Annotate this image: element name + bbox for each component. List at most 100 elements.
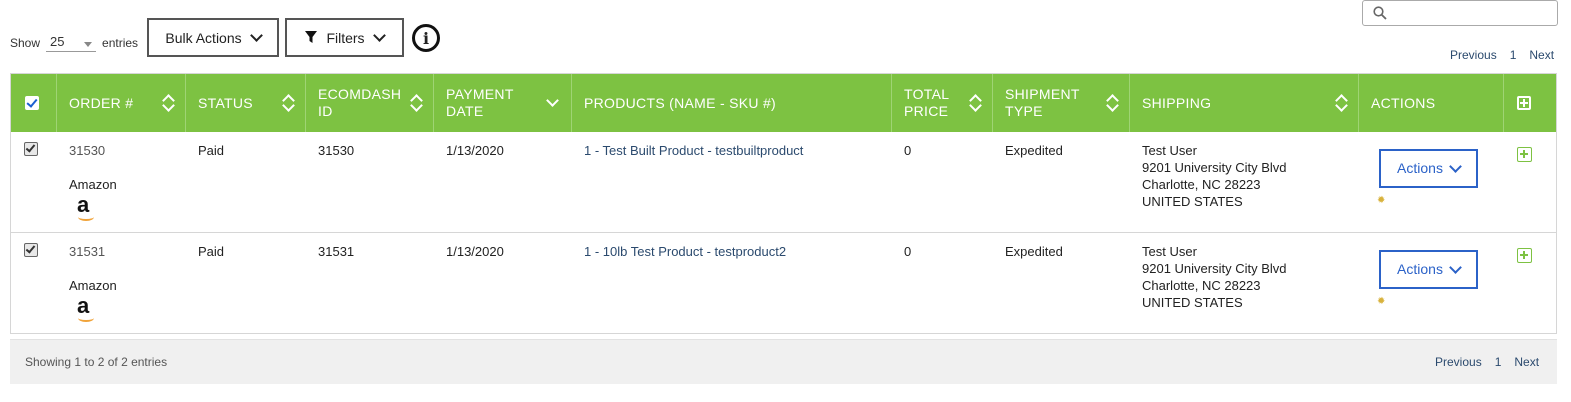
filters-button[interactable]: Filters — [285, 18, 404, 57]
header-ecomdash-id-label: ECOMDASH ID — [318, 86, 402, 119]
header-shipping[interactable]: SHIPPING — [1130, 74, 1359, 132]
sort-desc-icon — [546, 94, 559, 107]
length-menu: Show 25 entries — [10, 34, 138, 52]
pagination-page[interactable]: 1 — [1495, 355, 1502, 369]
chevron-down-icon — [249, 28, 263, 42]
length-menu-prefix: Show — [10, 36, 41, 50]
bulk-actions-label: Bulk Actions — [165, 29, 242, 46]
status-cell: Paid — [198, 244, 225, 259]
product-link[interactable]: 1 - 10lb Test Product - testproduct2 — [584, 244, 786, 259]
shipping-cell: Test User 9201 University City Blvd Char… — [1130, 233, 1359, 333]
header-actions: ACTIONS — [1359, 74, 1504, 132]
header-products-label: PRODUCTS (NAME - SKU #) — [584, 94, 777, 111]
sort-icon — [1107, 95, 1117, 111]
products-cell: 1 - Test Built Product - testbuiltproduc… — [572, 132, 892, 232]
select-caret-icon — [84, 42, 93, 47]
row-select-cell — [11, 132, 57, 232]
ship-name: Test User — [1142, 143, 1197, 158]
actions-cell: Actions ✹ — [1359, 233, 1504, 333]
header-status-label: STATUS — [198, 94, 253, 111]
shipment-type-cell: Expedited — [1005, 244, 1063, 259]
expand-row-icon[interactable] — [1517, 248, 1532, 263]
expand-cell — [1504, 132, 1556, 232]
row-select-cell — [11, 233, 57, 333]
sort-icon — [970, 95, 980, 111]
header-order-label: ORDER # — [69, 94, 134, 111]
chevron-down-icon — [372, 28, 386, 42]
header-products: PRODUCTS (NAME - SKU #) — [572, 74, 892, 132]
product-link[interactable]: 1 - Test Built Product - testbuiltproduc… — [584, 143, 803, 158]
search-icon — [1373, 6, 1387, 20]
expand-all-icon[interactable] — [1517, 96, 1531, 110]
pagination-previous[interactable]: Previous — [1435, 355, 1482, 369]
payment-date-cell: 1/13/2020 — [446, 143, 504, 158]
entries-per-page-select[interactable]: 25 — [46, 34, 97, 52]
actions-button[interactable]: Actions — [1379, 149, 1478, 188]
gear-icon[interactable]: ✹ — [1377, 192, 1504, 209]
orders-table: ORDER # STATUS ECOMDASH ID PAYMENT DATE … — [10, 73, 1557, 334]
channel-name: Amazon — [69, 177, 117, 192]
actions-button[interactable]: Actions — [1379, 250, 1478, 289]
select-all-checkbox[interactable] — [25, 96, 39, 110]
amazon-logo-icon: a — [77, 194, 99, 221]
header-total-price-label: TOTAL PRICE — [904, 86, 949, 119]
pagination-next[interactable]: Next — [1529, 48, 1554, 62]
entries-per-page-value: 25 — [50, 34, 65, 49]
sort-icon — [1336, 95, 1346, 111]
table-row: 31531 Amazon a Paid 31531 1/13/2020 1 - … — [11, 233, 1556, 333]
sort-icon — [411, 95, 421, 111]
status-cell: Paid — [198, 143, 225, 158]
header-status[interactable]: STATUS — [186, 74, 306, 132]
order-number[interactable]: 31531 — [69, 243, 186, 260]
ship-city: Charlotte, NC 28223 — [1142, 177, 1261, 192]
header-select-all[interactable] — [11, 74, 57, 132]
filter-icon — [305, 31, 318, 43]
ship-country: UNITED STATES — [1142, 295, 1243, 310]
order-cell: 31531 Amazon a — [57, 233, 186, 333]
expand-cell — [1504, 233, 1556, 333]
header-order[interactable]: ORDER # — [57, 74, 186, 132]
chevron-down-icon — [1449, 260, 1462, 274]
ship-name: Test User — [1142, 244, 1197, 259]
search-input[interactable] — [1362, 0, 1558, 26]
header-expand-all[interactable] — [1504, 74, 1556, 132]
pagination-bottom: Previous 1 Next — [1435, 355, 1539, 369]
table-footer: Showing 1 to 2 of 2 entries Previous 1 N… — [10, 339, 1557, 384]
order-number[interactable]: 31530 — [69, 142, 186, 159]
sort-icon — [283, 95, 293, 111]
ecomdash-id-cell: 31531 — [318, 244, 355, 259]
shipping-cell: Test User 9201 University City Blvd Char… — [1130, 132, 1359, 232]
header-shipment-type-label: SHIPMENT TYPE — [1005, 86, 1080, 119]
length-menu-suffix: entries — [102, 36, 139, 50]
order-cell: 31530 Amazon a — [57, 132, 186, 232]
chevron-down-icon — [1449, 159, 1462, 173]
ecomdash-id-cell: 31530 — [318, 143, 355, 158]
bulk-actions-button[interactable]: Bulk Actions — [147, 18, 279, 57]
row-checkbox[interactable] — [24, 142, 38, 156]
shipment-type-cell: Expedited — [1005, 143, 1063, 158]
pagination-next[interactable]: Next — [1514, 355, 1539, 369]
header-shipment-type[interactable]: SHIPMENT TYPE — [993, 74, 1130, 132]
header-actions-label: ACTIONS — [1371, 94, 1436, 111]
pagination-previous[interactable]: Previous — [1450, 48, 1497, 62]
table-row: 31530 Amazon a Paid 31530 1/13/2020 1 - … — [11, 132, 1556, 233]
row-checkbox[interactable] — [24, 243, 38, 257]
ship-street: 9201 University City Blvd — [1142, 261, 1287, 276]
total-price-cell: 0 — [904, 244, 912, 259]
sort-icon — [163, 95, 173, 111]
table-header: ORDER # STATUS ECOMDASH ID PAYMENT DATE … — [11, 74, 1556, 132]
header-payment-date-label: PAYMENT DATE — [446, 86, 514, 119]
info-glyph: i — [422, 28, 430, 48]
expand-row-icon[interactable] — [1517, 147, 1532, 162]
actions-cell: Actions ✹ — [1359, 132, 1504, 232]
pagination-page[interactable]: 1 — [1510, 48, 1517, 62]
header-ecomdash-id[interactable]: ECOMDASH ID — [306, 74, 434, 132]
amazon-logo-icon: a — [77, 295, 99, 322]
header-payment-date[interactable]: PAYMENT DATE — [434, 74, 572, 132]
ship-city: Charlotte, NC 28223 — [1142, 278, 1261, 293]
payment-date-cell: 1/13/2020 — [446, 244, 504, 259]
gear-icon[interactable]: ✹ — [1377, 293, 1504, 310]
header-total-price[interactable]: TOTAL PRICE — [892, 74, 993, 132]
ship-country: UNITED STATES — [1142, 194, 1243, 209]
info-icon[interactable]: i — [412, 24, 440, 52]
